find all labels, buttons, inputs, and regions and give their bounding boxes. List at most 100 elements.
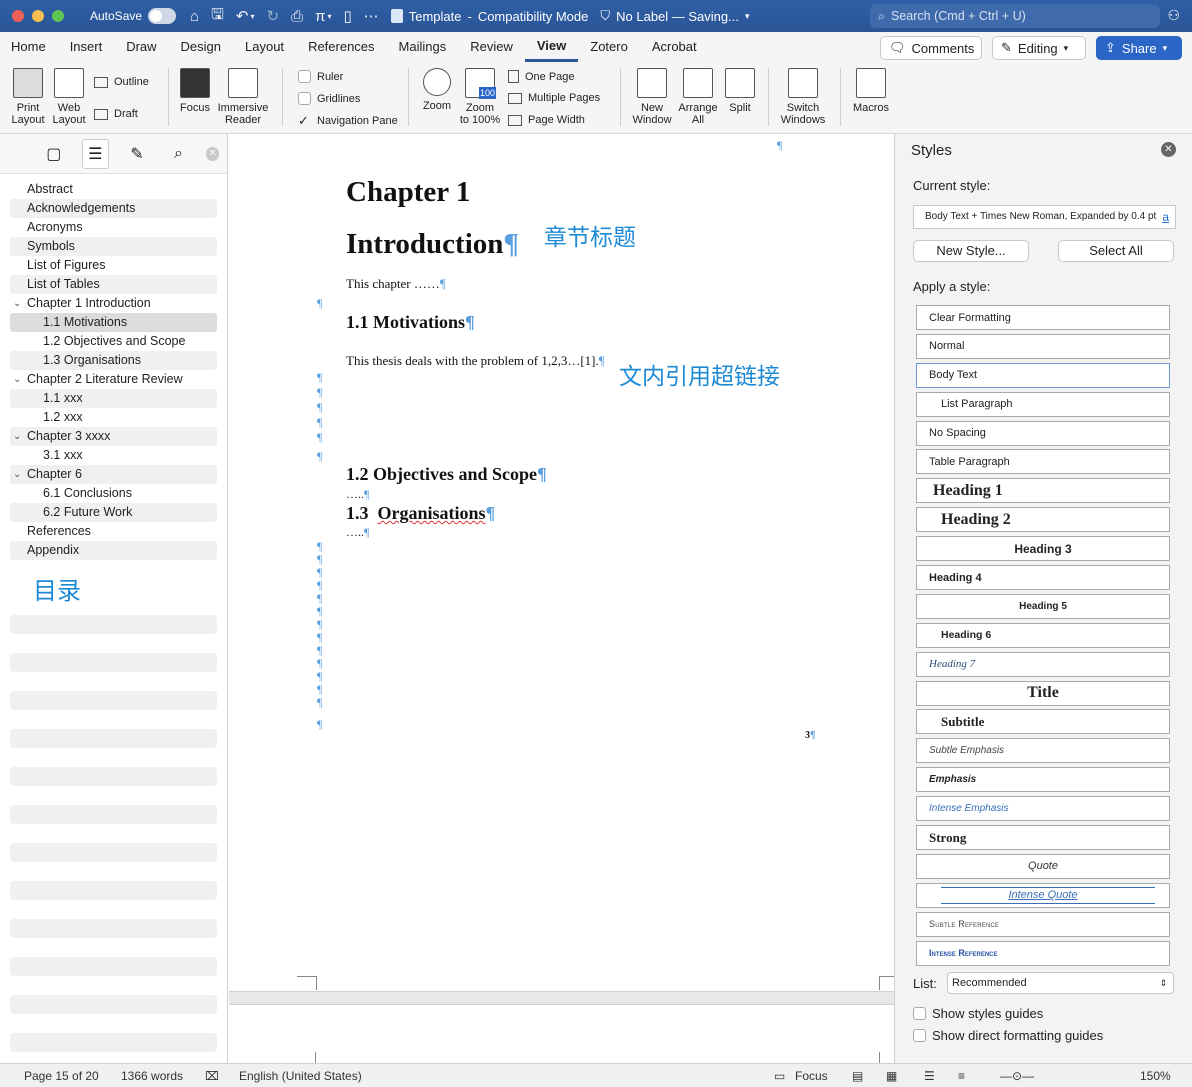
show-direct-formatting-option[interactable]: Show direct formatting guides (913, 1028, 1103, 1043)
macros-button[interactable]: Macros (848, 68, 894, 114)
split-button[interactable]: Split (722, 68, 758, 114)
show-styles-guides-check[interactable] (913, 1007, 926, 1020)
chevron-down-icon[interactable]: ⌄ (13, 465, 21, 484)
style-subtle-emphasis[interactable]: Subtle Emphasis (916, 738, 1170, 764)
style-normal[interactable]: Normal (916, 333, 1170, 359)
redo-icon[interactable]: ↻ (266, 7, 279, 25)
checkmark-icon[interactable]: ✓ (298, 114, 311, 127)
nav-heading-item[interactable]: 1.1 Motivations (10, 313, 217, 332)
chapter-title[interactable]: Introduction¶ (346, 228, 519, 261)
immersive-reader-button[interactable]: Immersive Reader (216, 68, 270, 126)
style-intense-reference[interactable]: Intense Reference (916, 940, 1170, 966)
document-canvas[interactable]: ¶ Chapter 1 Introduction¶ 章节标题 This chap… (229, 134, 899, 1063)
minimize-window-button[interactable] (32, 10, 44, 22)
nav-heading-item[interactable]: ⌄ Chapter 1 Introduction (10, 294, 217, 313)
nav-heading-item[interactable]: 1.2 Objectives and Scope (10, 332, 217, 351)
style-clear-formatting[interactable]: Clear Formatting (916, 305, 1170, 330)
zoom-button[interactable]: Zoom (418, 68, 456, 112)
intro-paragraph[interactable]: This chapter ……¶ (346, 276, 446, 292)
select-all-button[interactable]: Select All (1058, 240, 1174, 262)
section-heading-1-2[interactable]: 1.2 Objectives and Scope¶ (346, 464, 547, 485)
thumbnails-icon[interactable]: ▢ (40, 139, 68, 169)
paragraph-dropdown-icon[interactable]: ▾ (327, 12, 331, 21)
page-width-button[interactable]: Page Width (508, 114, 585, 126)
style-heading-1[interactable]: Heading 1 (916, 478, 1170, 504)
section-heading-1-1[interactable]: 1.1 Motivations¶ (346, 312, 475, 333)
ruler-checkbox[interactable]: Ruler (298, 70, 343, 83)
list-select[interactable]: Recommended ⇕ (947, 972, 1174, 994)
sensitivity-label[interactable]: No Label — Saving... (616, 9, 739, 24)
style-heading-7[interactable]: Heading 7 (916, 651, 1170, 677)
style-heading-5[interactable]: Heading 5 (916, 593, 1170, 619)
autosave-toggle[interactable] (148, 8, 177, 24)
placeholder-dots[interactable]: …..¶ (346, 525, 369, 540)
page-count[interactable]: Page 15 of 20 (24, 1069, 99, 1083)
close-icon[interactable]: ✕ (1161, 142, 1176, 157)
show-styles-guides-option[interactable]: Show styles guides (913, 1006, 1043, 1021)
nav-heading-item[interactable]: List of Figures (10, 256, 217, 275)
chevron-down-icon[interactable]: ⌄ (13, 370, 21, 389)
nav-heading-item[interactable]: Acronyms (10, 218, 217, 237)
new-document-icon[interactable]: ▯ (343, 7, 351, 25)
nav-heading-item[interactable]: ⌄ Chapter 6 (10, 465, 217, 484)
home-icon[interactable]: ⌂ (190, 8, 199, 25)
search-icon[interactable]: ⌕ (165, 139, 193, 169)
share-button[interactable]: ⇪ Share ▾ (1096, 36, 1182, 60)
tab-view[interactable]: View (524, 32, 579, 62)
nav-heading-item[interactable]: List of Tables (10, 275, 217, 294)
style-heading-6[interactable]: Heading 6 (916, 622, 1170, 648)
web-layout-view-icon[interactable]: ▦ (886, 1069, 897, 1083)
nav-heading-item[interactable]: ⌄ Chapter 3 xxxx (10, 427, 217, 446)
style-heading-2[interactable]: Heading 2 (916, 507, 1170, 533)
tab-acrobat[interactable]: Acrobat (640, 32, 709, 62)
zoom-100-button[interactable]: 100 Zoom to 100% (458, 68, 502, 126)
paragraph-mark-icon[interactable]: π (315, 8, 325, 25)
new-window-button[interactable]: New Window (630, 68, 674, 126)
comments-button[interactable]: 🗨 Comments (880, 36, 982, 60)
style-heading-4[interactable]: Heading 4 (916, 565, 1170, 591)
multiple-pages-button[interactable]: Multiple Pages (508, 92, 600, 104)
gridlines-check[interactable] (298, 92, 311, 105)
close-icon[interactable]: ✕ (206, 146, 219, 161)
style-inspector-icon[interactable]: a (1162, 206, 1169, 228)
style-subtitle[interactable]: Subtitle (916, 709, 1170, 735)
nav-heading-item[interactable]: 6.1 Conclusions (10, 484, 217, 503)
undo-dropdown-icon[interactable]: ▾ (250, 12, 254, 21)
nav-heading-item[interactable]: ⌄ Chapter 2 Literature Review (10, 370, 217, 389)
nav-heading-item[interactable]: Abstract (10, 180, 217, 199)
style-quote[interactable]: Quote (916, 853, 1170, 879)
style-emphasis[interactable]: Emphasis (916, 767, 1170, 793)
outline-view-icon[interactable]: ☰ (924, 1069, 935, 1083)
navigation-pane-checkbox[interactable]: ✓ Navigation Pane (298, 114, 398, 127)
chapter-heading[interactable]: Chapter 1 (346, 176, 470, 209)
tab-review[interactable]: Review (458, 32, 525, 62)
nav-heading-item[interactable]: 6.2 Future Work (10, 503, 217, 522)
proofing-icon[interactable]: ⌧ (205, 1069, 219, 1083)
nav-heading-item[interactable]: 1.1 xxx (10, 389, 217, 408)
account-icon[interactable]: ⚇ (1167, 7, 1180, 24)
focus-mode-label[interactable]: Focus (795, 1069, 828, 1083)
chevron-down-icon[interactable]: ⌄ (13, 294, 21, 313)
arrange-all-button[interactable]: Arrange All (676, 68, 720, 126)
tab-design[interactable]: Design (169, 32, 233, 62)
tab-references[interactable]: References (296, 32, 386, 62)
focus-button[interactable]: Focus (176, 68, 214, 114)
save-icon[interactable]: 🖫 (211, 4, 224, 29)
reviewing-icon[interactable]: ✎ (123, 139, 151, 169)
new-style-button[interactable]: New Style... (913, 240, 1029, 262)
tab-insert[interactable]: Insert (58, 32, 115, 62)
tab-zotero[interactable]: Zotero (578, 32, 640, 62)
style-subtle-reference[interactable]: Subtle Reference (916, 911, 1170, 937)
outline-button[interactable]: Outline (94, 76, 149, 88)
zoom-slider-icon[interactable]: —⊙— (1000, 1069, 1034, 1083)
switch-windows-button[interactable]: Switch Windows (776, 68, 830, 126)
undo-icon[interactable]: ↶ (236, 7, 249, 25)
nav-heading-item[interactable]: 1.2 xxx (10, 408, 217, 427)
print-layout-view-icon[interactable]: ▤ (852, 1069, 863, 1083)
zoom-level[interactable]: 150% (1140, 1069, 1171, 1083)
more-icon[interactable]: ⋯ (364, 7, 379, 25)
one-page-button[interactable]: One Page (508, 70, 575, 83)
tab-home[interactable]: Home (0, 32, 58, 62)
style-table-paragraph[interactable]: Table Paragraph (916, 449, 1170, 475)
ruler-check[interactable] (298, 70, 311, 83)
